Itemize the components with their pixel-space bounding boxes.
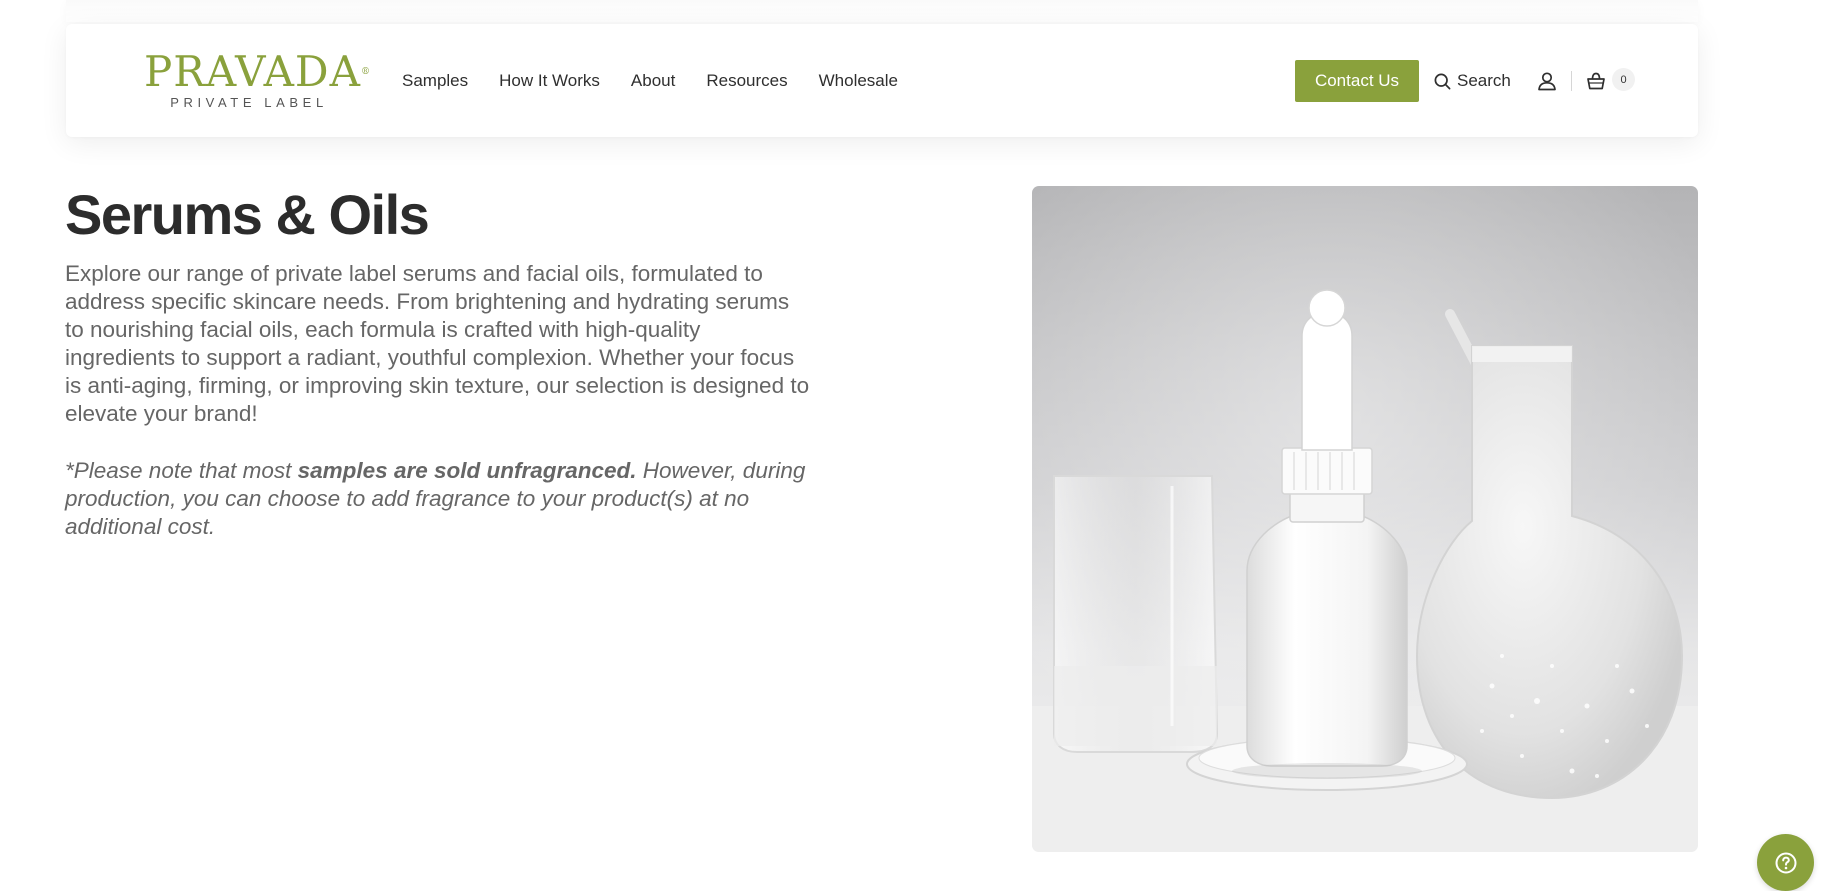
search-button[interactable]: Search [1434, 69, 1511, 93]
help-question-icon [1775, 852, 1796, 873]
help-chat-button[interactable] [1757, 834, 1814, 891]
nav-item-how-it-works[interactable]: How It Works [499, 70, 600, 92]
cart-button[interactable] [1583, 68, 1609, 94]
brand-logo[interactable]: PRAVADA® PRIVATE LABEL [144, 47, 371, 112]
user-icon [1538, 72, 1556, 91]
nav-item-resources[interactable]: Resources [706, 70, 787, 92]
logo-tagline: PRIVATE LABEL [170, 95, 328, 110]
site-header: PRAVADA® PRIVATE LABEL Samples How It Wo… [66, 24, 1698, 137]
cart-count-badge: 0 [1612, 68, 1635, 91]
contact-us-button[interactable]: Contact Us [1295, 60, 1419, 102]
account-button[interactable] [1534, 68, 1560, 94]
nav-item-samples[interactable]: Samples [402, 70, 468, 92]
basket-icon [1587, 72, 1605, 90]
header-shadow-strip [66, 0, 1698, 22]
nav-item-wholesale[interactable]: Wholesale [819, 70, 898, 92]
hero-product-image [1032, 186, 1698, 852]
main-nav: Samples How It Works About Resources Who… [402, 70, 929, 92]
logo-wordmark: PRAVADA® [144, 47, 371, 96]
fragrance-note: *Please note that most samples are sold … [65, 457, 810, 541]
category-description: Explore our range of private label serum… [65, 261, 810, 426]
serum-bottle-illustration [1032, 186, 1698, 852]
note-emphasis: samples are sold unfragranced. [297, 458, 637, 483]
header-divider [1571, 71, 1572, 91]
nav-item-about[interactable]: About [631, 70, 675, 92]
search-label: Search [1457, 71, 1511, 90]
note-prefix: *Please note that most [65, 458, 298, 483]
search-icon [1434, 73, 1451, 89]
page-title: Serums & Oils [65, 183, 430, 246]
